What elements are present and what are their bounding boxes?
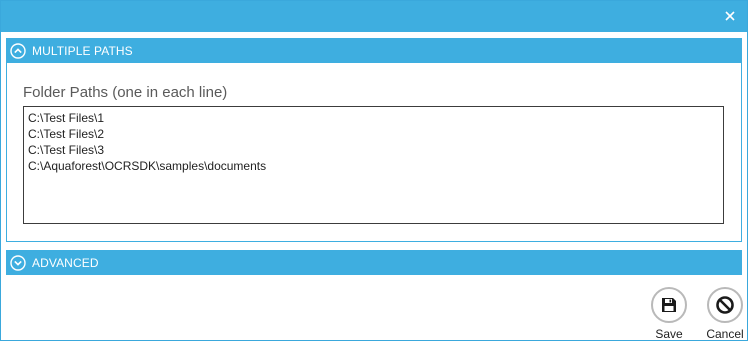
save-button-ring bbox=[651, 287, 687, 323]
close-button[interactable] bbox=[721, 7, 739, 25]
multiple-paths-panel: Folder Paths (one in each line) C:\Test … bbox=[6, 63, 742, 242]
title-bar bbox=[1, 1, 747, 32]
multiple-paths-title: MULTIPLE PATHS bbox=[32, 43, 133, 58]
chevron-down-circle-icon bbox=[10, 254, 26, 271]
folder-paths-textarea[interactable]: C:\Test Files\1 C:\Test Files\2 C:\Test … bbox=[23, 106, 724, 224]
path-line: C:\Test Files\3 bbox=[28, 143, 105, 157]
close-icon bbox=[725, 11, 735, 21]
cancel-button[interactable]: Cancel bbox=[704, 287, 746, 341]
cancel-icon bbox=[716, 296, 734, 314]
folder-paths-label: Folder Paths (one in each line) bbox=[23, 84, 228, 101]
save-label: Save bbox=[655, 327, 683, 341]
dialog-window: MULTIPLE PATHS Folder Paths (one in each… bbox=[0, 0, 748, 341]
save-button[interactable]: Save bbox=[648, 287, 690, 341]
path-line: C:\Aquaforest\OCRSDK\samples\documents bbox=[28, 159, 267, 173]
advanced-header[interactable]: ADVANCED bbox=[6, 250, 742, 275]
cancel-label: Cancel bbox=[706, 327, 744, 341]
chevron-up-circle-icon bbox=[10, 42, 26, 59]
multiple-paths-header[interactable]: MULTIPLE PATHS bbox=[6, 38, 742, 63]
floppy-disk-icon bbox=[662, 298, 676, 312]
path-line: C:\Test Files\1 bbox=[28, 111, 105, 125]
advanced-title: ADVANCED bbox=[32, 255, 99, 270]
cancel-button-ring bbox=[707, 287, 743, 323]
path-line: C:\Test Files\2 bbox=[28, 127, 105, 141]
